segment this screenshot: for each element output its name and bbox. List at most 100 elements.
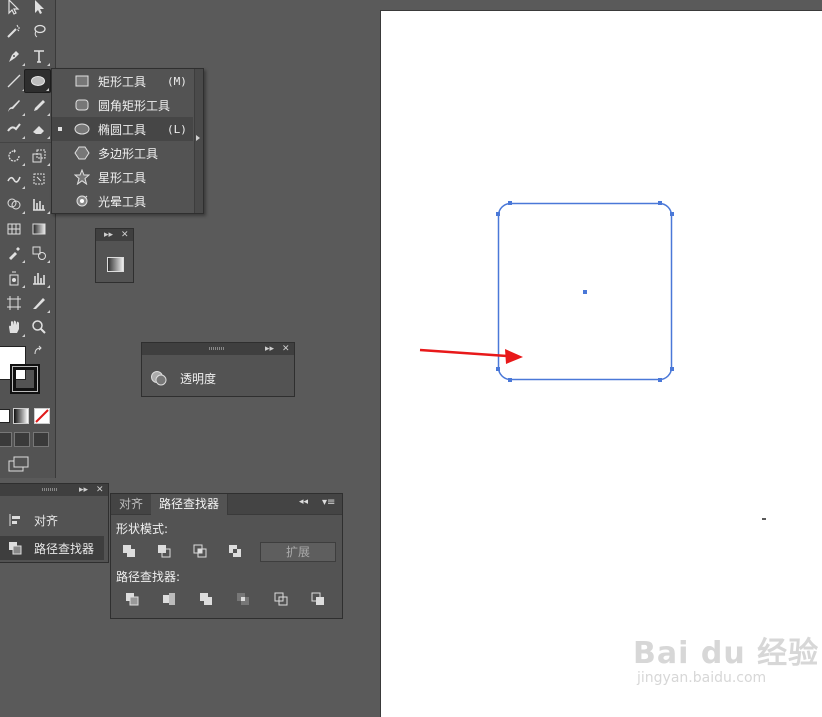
graph-tool-icon[interactable] <box>27 193 51 215</box>
eyedropper-tool-icon[interactable] <box>2 242 26 264</box>
shape-modes-label: 形状模式: <box>116 522 169 536</box>
panel-menu-icon[interactable]: ▾≡ <box>322 497 335 508</box>
ellipse-tool-icon[interactable] <box>24 69 51 93</box>
free-transform-tool-icon[interactable] <box>27 168 51 190</box>
panel-header: ▸▸ ✕ <box>142 343 294 355</box>
crop-button[interactable] <box>234 590 252 608</box>
magic-wand-tool-icon[interactable] <box>2 20 26 42</box>
watermark-url: jingyan.baidu.com <box>637 670 767 686</box>
watermark-brand: Bai du 经验 <box>633 636 820 671</box>
color-mode-icon[interactable] <box>0 409 10 423</box>
star-icon <box>74 169 90 185</box>
expand-icon[interactable]: ▸▸ <box>79 484 88 496</box>
left-dock-panel: ▸▸ ✕ 对齐 路径查找器 <box>0 483 109 563</box>
minus-back-button[interactable] <box>309 590 327 608</box>
rectangle-icon <box>74 73 90 89</box>
flyout-item-rectangle[interactable]: 矩形工具 (M) <box>52 69 193 93</box>
active-indicator <box>58 127 62 131</box>
pathfinder-panel: 对齐 路径查找器 ◂◂ ▾≡ 形状模式: 扩展 路径查找器: <box>110 493 343 619</box>
intersect-button[interactable] <box>191 542 209 560</box>
gradient-tool-icon[interactable] <box>27 218 51 240</box>
panel-header: ▸▸ ✕ <box>0 484 108 496</box>
tab-align[interactable]: 对齐 <box>111 494 153 514</box>
direct-selection-tool-icon[interactable] <box>27 0 51 18</box>
close-icon[interactable]: ✕ <box>121 229 129 241</box>
red-arrow-annotation <box>419 348 523 364</box>
panel-tab-bar: 对齐 路径查找器 ◂◂ ▾≡ <box>111 494 342 515</box>
close-icon[interactable]: ✕ <box>282 343 290 355</box>
flyout-item-label: 光晕工具 <box>98 194 147 209</box>
symbol-sprayer-tool-icon[interactable] <box>2 267 26 289</box>
flyout-item-label: 星形工具 <box>98 170 147 185</box>
panel-grip[interactable] <box>42 488 58 491</box>
scale-tool-icon[interactable] <box>27 145 51 167</box>
flyout-item-star[interactable]: 星形工具 <box>52 165 193 189</box>
rounded-rectangle-icon <box>74 97 90 113</box>
close-icon[interactable]: ✕ <box>96 484 104 496</box>
warp-tool-icon[interactable] <box>2 168 26 190</box>
draw-behind-icon[interactable] <box>14 432 30 447</box>
flyout-item-flare[interactable]: 光晕工具 <box>52 189 193 213</box>
blend-tool-icon[interactable] <box>27 242 51 264</box>
panel-grip[interactable] <box>209 347 225 350</box>
pathfinders-label: 路径查找器: <box>116 570 181 584</box>
eraser-tool-icon[interactable] <box>27 118 51 140</box>
tearoff-arrow-icon <box>196 135 200 141</box>
type-tool-icon[interactable] <box>27 45 51 67</box>
flyout-item-label: 椭圆工具 <box>98 122 147 137</box>
dock-item-align[interactable]: 对齐 <box>0 508 106 532</box>
transparency-panel: ▸▸ ✕ 透明度 <box>141 342 295 397</box>
selection-tool-icon[interactable] <box>2 0 26 18</box>
gradient-panel-icon[interactable] <box>107 257 124 272</box>
hand-tool-icon[interactable] <box>2 316 26 338</box>
draw-inside-icon[interactable] <box>33 432 49 447</box>
transparency-item[interactable]: 透明度 <box>150 369 216 387</box>
flyout-item-polygon[interactable]: 多边形工具 <box>52 141 193 165</box>
gradient-mode-icon[interactable] <box>13 408 29 424</box>
outline-button[interactable] <box>272 590 290 608</box>
flyout-item-label: 矩形工具 <box>98 74 147 89</box>
exclude-button[interactable] <box>226 542 244 560</box>
panel-header: ▸▸ ✕ <box>96 229 133 241</box>
mesh-tool-icon[interactable] <box>2 218 26 240</box>
shape-tools-flyout: 矩形工具 (M) 圆角矩形工具 椭圆工具 (L) 多边形工具 星形工具 光晕工具 <box>51 68 204 214</box>
blob-brush-tool-icon[interactable] <box>2 118 26 140</box>
slice-tool-icon[interactable] <box>27 292 51 314</box>
paintbrush-tool-icon[interactable] <box>2 95 26 117</box>
divide-button[interactable] <box>123 590 141 608</box>
stroke-swatch[interactable] <box>10 364 40 394</box>
flyout-item-ellipse[interactable]: 椭圆工具 (L) <box>52 117 193 141</box>
flyout-item-shortcut: (L) <box>167 122 187 136</box>
trim-button[interactable] <box>160 590 178 608</box>
column-graph-tool-icon[interactable] <box>27 267 51 289</box>
shape-builder-tool-icon[interactable] <box>2 193 26 215</box>
draw-normal-icon[interactable] <box>0 432 12 447</box>
zoom-tool-icon[interactable] <box>27 316 51 338</box>
swap-fill-stroke-icon[interactable] <box>33 345 45 357</box>
pencil-tool-icon[interactable] <box>27 95 51 117</box>
center-point <box>583 290 587 294</box>
transparency-label: 透明度 <box>180 371 217 386</box>
pen-tool-icon[interactable] <box>2 45 26 67</box>
dock-item-label: 对齐 <box>34 513 59 528</box>
screen-mode-icon[interactable] <box>8 456 30 472</box>
expand-button[interactable]: 扩展 <box>260 542 336 562</box>
expand-icon[interactable]: ▸▸ <box>104 229 113 241</box>
transparency-icon <box>150 370 168 386</box>
merge-button[interactable] <box>197 590 215 608</box>
none-mode-icon[interactable] <box>34 408 50 424</box>
flyout-item-rounded-rectangle[interactable]: 圆角矩形工具 <box>52 93 193 117</box>
line-tool-icon[interactable] <box>2 70 26 92</box>
unite-button[interactable] <box>120 542 138 560</box>
artboard-tool-icon[interactable] <box>2 292 26 314</box>
collapse-icon[interactable]: ◂◂ <box>299 497 308 507</box>
minus-front-button[interactable] <box>155 542 173 560</box>
tab-pathfinder[interactable]: 路径查找器 <box>151 494 229 515</box>
ellipse-icon <box>74 121 90 137</box>
tearoff-strip[interactable] <box>194 69 203 213</box>
dock-item-pathfinder[interactable]: 路径查找器 <box>0 536 104 560</box>
rotate-tool-icon[interactable] <box>2 145 26 167</box>
lasso-tool-icon[interactable] <box>27 20 51 42</box>
expand-icon[interactable]: ▸▸ <box>265 343 274 355</box>
watermark: Bai du 经验 jingyan.baidu.com <box>633 628 819 686</box>
